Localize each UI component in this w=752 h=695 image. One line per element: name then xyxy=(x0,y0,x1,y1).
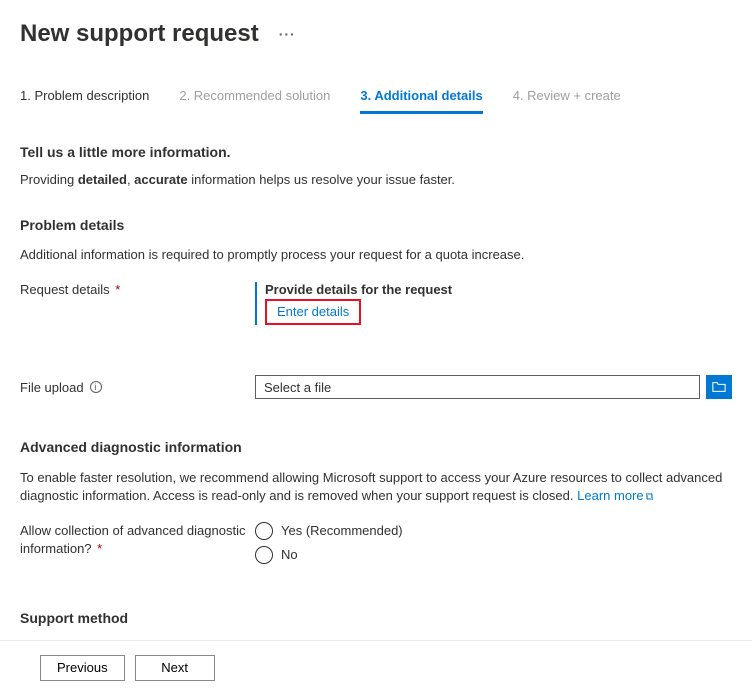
section-lead-text: Providing detailed, accurate information… xyxy=(20,172,732,187)
more-actions-icon[interactable]: ··· xyxy=(279,26,296,42)
info-icon[interactable]: i xyxy=(90,381,102,393)
problem-details-desc: Additional information is required to pr… xyxy=(20,247,732,262)
radio-no-label: No xyxy=(281,547,298,562)
tab-review-create[interactable]: 4. Review + create xyxy=(513,88,621,114)
external-link-icon: ⧉ xyxy=(646,491,654,503)
advanced-diag-desc: To enable faster resolution, we recommen… xyxy=(20,469,732,506)
learn-more-link[interactable]: Learn more xyxy=(577,488,643,503)
file-upload-label: File upload xyxy=(20,380,84,395)
enter-details-link[interactable]: Enter details xyxy=(277,304,349,319)
tab-additional-details[interactable]: 3. Additional details xyxy=(360,88,482,114)
problem-details-heading: Problem details xyxy=(20,217,732,233)
page-title: New support request xyxy=(20,20,259,48)
request-details-label: Request details * xyxy=(20,282,255,297)
provide-details-block: Provide details for the request Enter de… xyxy=(255,282,732,325)
folder-icon xyxy=(712,380,726,394)
radio-yes-label: Yes (Recommended) xyxy=(281,523,403,538)
tab-recommended-solution[interactable]: 2. Recommended solution xyxy=(179,88,330,114)
wizard-tabs: 1. Problem description 2. Recommended so… xyxy=(20,88,732,114)
radio-yes[interactable]: Yes (Recommended) xyxy=(255,522,732,540)
next-button[interactable]: Next xyxy=(135,655,215,681)
tab-problem-description[interactable]: 1. Problem description xyxy=(20,88,149,114)
advanced-diag-heading: Advanced diagnostic information xyxy=(20,439,732,455)
section-lead-heading: Tell us a little more information. xyxy=(20,144,732,160)
file-select-input[interactable]: Select a file xyxy=(255,375,700,399)
previous-button[interactable]: Previous xyxy=(40,655,125,681)
enter-details-highlight: Enter details xyxy=(265,299,361,325)
radio-icon xyxy=(255,546,273,564)
allow-collection-label: Allow collection of advanced diagnostic … xyxy=(20,522,255,558)
required-indicator: * xyxy=(94,541,103,556)
support-method-heading: Support method xyxy=(20,610,732,626)
file-browse-button[interactable] xyxy=(706,375,732,399)
provide-details-title: Provide details for the request xyxy=(265,282,732,297)
footer-buttons: Previous Next xyxy=(20,641,732,695)
required-indicator: * xyxy=(112,282,121,297)
radio-no[interactable]: No xyxy=(255,546,732,564)
radio-icon xyxy=(255,522,273,540)
